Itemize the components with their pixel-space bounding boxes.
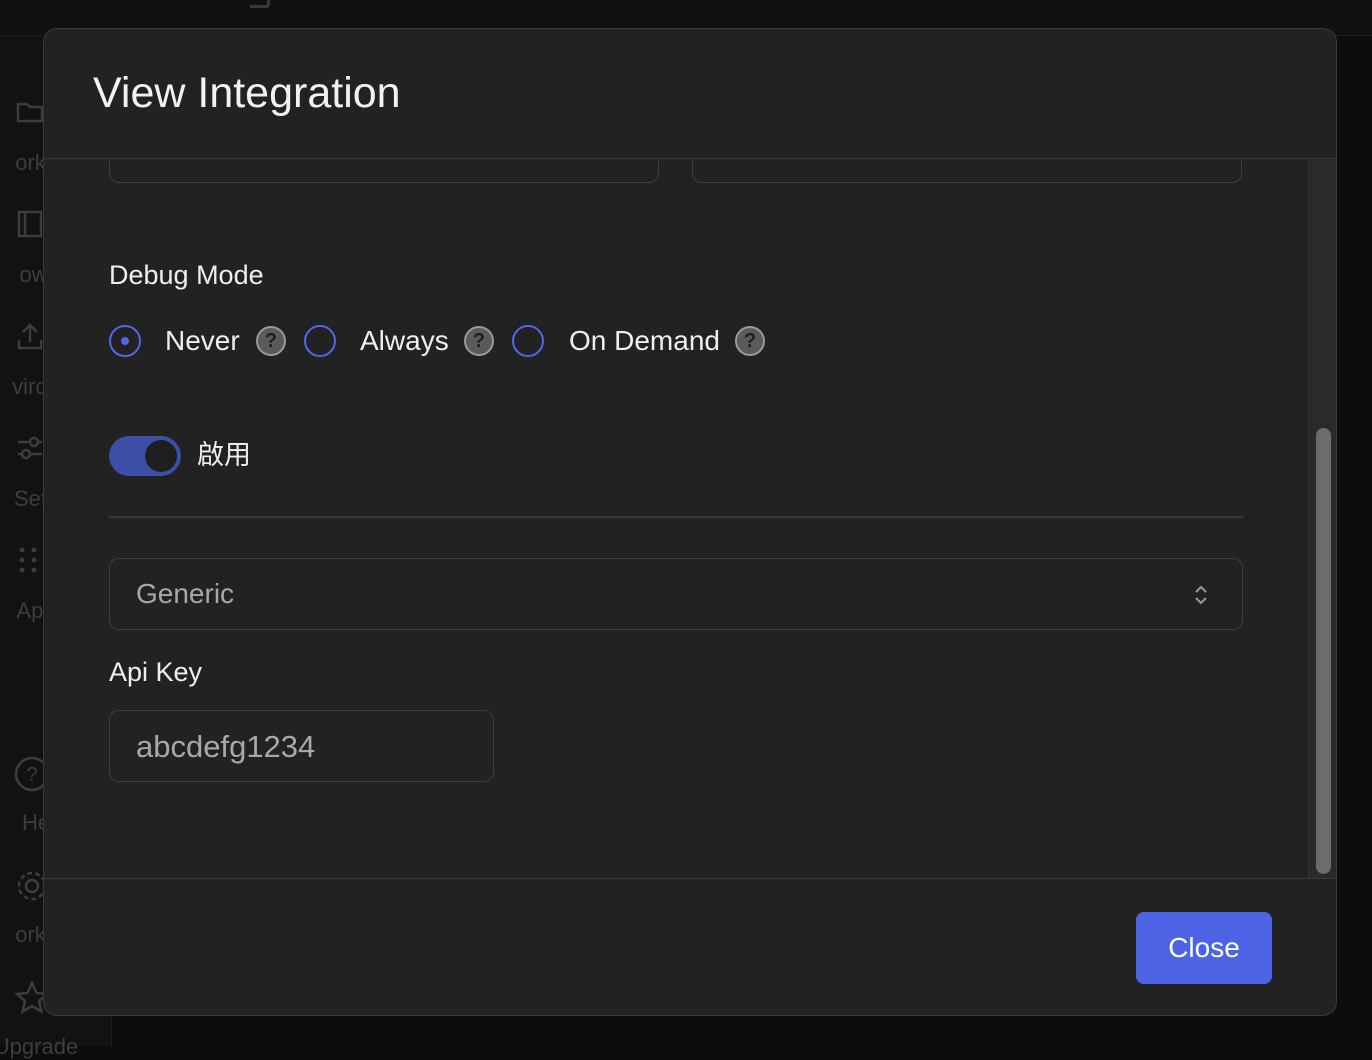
debug-mode-label: Debug Mode bbox=[109, 260, 264, 290]
radio-never[interactable] bbox=[109, 325, 141, 357]
help-icon-on-demand[interactable]: ? bbox=[735, 326, 765, 356]
help-icon-never[interactable]: ? bbox=[256, 326, 286, 356]
dialog-title: View Integration bbox=[93, 69, 401, 117]
topbar-corner-decoration bbox=[250, 0, 270, 8]
section-divider bbox=[109, 516, 1243, 518]
dialog-body[interactable]: Debug Mode Never ? Always ? On Demand ? … bbox=[44, 160, 1308, 878]
gear-icon bbox=[14, 868, 47, 901]
sliders-icon bbox=[14, 432, 46, 464]
dialog-header: View Integration bbox=[44, 29, 1336, 159]
radio-on-demand[interactable] bbox=[512, 325, 544, 357]
help-icon-always[interactable]: ? bbox=[464, 326, 494, 356]
partially-visible-field-right[interactable] bbox=[692, 160, 1242, 183]
upload-icon bbox=[14, 320, 46, 352]
dialog-scrollbar[interactable] bbox=[1308, 160, 1336, 878]
view-integration-dialog: View Integration Debug Mode Never ? Alwa… bbox=[43, 28, 1337, 1016]
debug-mode-radio-group: Never ? Always ? On Demand ? bbox=[109, 323, 1009, 359]
sidebar-item-label: Upgrade bbox=[0, 1034, 79, 1059]
scrollbar-thumb[interactable] bbox=[1316, 428, 1331, 874]
help-circle-icon: ? bbox=[14, 756, 50, 792]
svg-text:?: ? bbox=[26, 764, 37, 786]
provider-select[interactable]: Generic bbox=[109, 558, 1243, 630]
radio-always[interactable] bbox=[304, 325, 336, 357]
api-key-label: Api Key bbox=[109, 657, 203, 687]
provider-select-value: Generic bbox=[136, 578, 235, 609]
api-key-value: abcdefg1234 bbox=[136, 729, 316, 764]
partially-visible-field-left[interactable] bbox=[109, 160, 659, 183]
api-key-field[interactable]: abcdefg1234 bbox=[109, 710, 494, 782]
enabled-toggle[interactable] bbox=[109, 436, 181, 476]
chevron-up-down-icon bbox=[1195, 585, 1207, 605]
toggle-knob bbox=[145, 440, 177, 472]
radio-label-on-demand: On Demand bbox=[569, 325, 720, 356]
dialog-footer: Close bbox=[44, 878, 1336, 1015]
book-icon bbox=[14, 208, 46, 240]
radio-label-never: Never bbox=[165, 325, 240, 356]
enabled-toggle-label: 啟用 bbox=[197, 440, 251, 470]
folder-icon bbox=[14, 96, 46, 128]
grid-icon bbox=[14, 544, 46, 576]
radio-label-always: Always bbox=[360, 325, 449, 356]
star-icon bbox=[13, 979, 51, 1015]
close-button[interactable]: Close bbox=[1136, 912, 1272, 984]
